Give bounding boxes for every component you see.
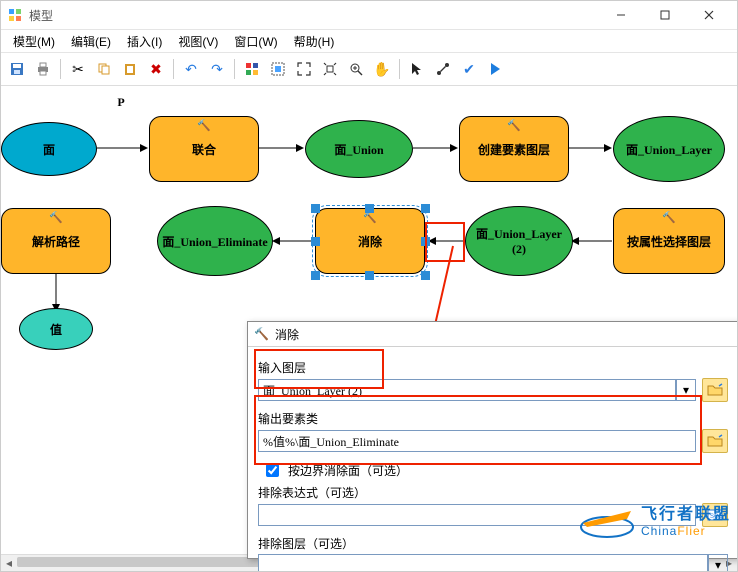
run-button[interactable] — [483, 57, 507, 81]
validate-button[interactable]: ✔ — [457, 57, 481, 81]
node-face[interactable]: 面 — [1, 122, 97, 176]
toolbar: ✂ ✖ ↶ ↷ ✋ ✔ — [1, 53, 737, 86]
node-label: 面_Union_Layer — [626, 141, 712, 158]
browse-button[interactable] — [702, 429, 728, 453]
hammer-icon: 🔨 — [254, 327, 269, 341]
menu-help[interactable]: 帮助(H) — [286, 31, 343, 52]
zoom-full-button[interactable] — [318, 57, 342, 81]
output-feature-class-label: 输出要素类 — [258, 412, 318, 426]
separator — [173, 59, 174, 79]
sql-builder-button[interactable]: SQL — [702, 503, 728, 527]
node-face-union[interactable]: 面_Union — [305, 120, 413, 178]
node-eliminate-tool[interactable]: 🔨消除 — [315, 208, 425, 274]
scroll-left-button[interactable]: ◂ — [1, 555, 17, 571]
dropdown-button[interactable]: ▾ — [708, 554, 728, 572]
node-label: 面_Union — [334, 141, 383, 158]
copy-button[interactable] — [92, 57, 116, 81]
selection-handle[interactable] — [421, 237, 430, 246]
hammer-icon: 🔨 — [507, 119, 521, 132]
checkbox-input[interactable] — [266, 464, 279, 477]
node-value[interactable]: 值 — [19, 308, 93, 350]
hammer-icon: 🔨 — [49, 211, 63, 224]
selection-handle[interactable] — [365, 204, 374, 213]
browse-button[interactable] — [702, 378, 728, 402]
node-label: 面_Union_Eliminate — [162, 233, 267, 250]
svg-text:SQL: SQL — [710, 514, 723, 520]
node-label: 消除 — [358, 233, 382, 250]
redo-button[interactable]: ↷ — [205, 57, 229, 81]
node-label: 面_Union_Layer (2) — [470, 225, 568, 257]
checkbox-label: 按边界消除面（可选） — [288, 462, 408, 479]
exclude-expression-label: 排除表达式（可选） — [258, 486, 366, 500]
separator — [234, 59, 235, 79]
zoom-in-button[interactable] — [344, 57, 368, 81]
connect-button[interactable] — [431, 57, 455, 81]
menu-edit[interactable]: 编辑(E) — [63, 31, 119, 52]
window-title: 模型 — [29, 7, 599, 24]
dialog-titlebar[interactable]: 🔨 消除 — [248, 322, 738, 347]
node-label: 值 — [50, 321, 62, 338]
node-union-tool[interactable]: 🔨 联合 — [149, 116, 259, 182]
input-layer-label: 输入图层 — [258, 361, 306, 375]
exclude-layer-field[interactable] — [258, 554, 708, 572]
auto-layout-button[interactable] — [266, 57, 290, 81]
paste-button[interactable] — [118, 57, 142, 81]
save-button[interactable] — [5, 57, 29, 81]
node-label: 解析路径 — [32, 233, 80, 250]
hammer-icon: 🔨 — [662, 211, 676, 224]
exclude-layer-label: 排除图层（可选） — [258, 537, 354, 551]
input-layer-field[interactable] — [258, 379, 676, 401]
pan-button[interactable]: ✋ — [370, 57, 394, 81]
node-create-feature-layer-tool[interactable]: 🔨 创建要素图层 — [459, 116, 569, 182]
cut-button[interactable]: ✂ — [66, 57, 90, 81]
node-label: 面 — [43, 141, 55, 158]
menu-window[interactable]: 窗口(W) — [226, 31, 285, 52]
node-face-union-eliminate[interactable]: 面_Union_Eliminate — [157, 206, 273, 276]
selection-handle[interactable] — [311, 237, 320, 246]
hammer-icon: 🔨 — [197, 119, 211, 132]
selection-handle[interactable] — [311, 271, 320, 280]
separator — [399, 59, 400, 79]
selection-handle[interactable] — [421, 271, 430, 280]
app-window: 模型 模型(M) 编辑(E) 插入(I) 视图(V) 窗口(W) 帮助(H) ✂… — [0, 0, 738, 572]
print-button[interactable] — [31, 57, 55, 81]
menu-view[interactable]: 视图(V) — [170, 31, 226, 52]
eliminate-properties-dialog: 🔨 消除 输入图层 ▾ 输出要素类 按边界消除面（可选） 排除表达式（可选） — [247, 321, 738, 559]
node-parse-path-tool[interactable]: 🔨 解析路径 — [1, 208, 111, 274]
red-highlight-connector — [425, 222, 465, 262]
maximize-button[interactable] — [643, 1, 687, 29]
label-p: P — [111, 94, 131, 110]
node-label: 创建要素图层 — [478, 141, 550, 158]
menubar: 模型(M) 编辑(E) 插入(I) 视图(V) 窗口(W) 帮助(H) — [1, 30, 737, 53]
delete-button[interactable]: ✖ — [144, 57, 168, 81]
selection-handle[interactable] — [365, 271, 374, 280]
menu-insert[interactable]: 插入(I) — [119, 31, 170, 52]
exclude-expression-field[interactable] — [258, 504, 696, 526]
output-feature-class-field[interactable] — [258, 430, 696, 452]
undo-button[interactable]: ↶ — [179, 57, 203, 81]
selection-handle[interactable] — [311, 204, 320, 213]
node-label: 按属性选择图层 — [627, 233, 711, 250]
dialog-title: 消除 — [275, 326, 299, 343]
dropdown-button[interactable]: ▾ — [676, 379, 696, 401]
titlebar: 模型 — [1, 1, 737, 30]
grid-color-button[interactable] — [240, 57, 264, 81]
node-select-by-attribute-tool[interactable]: 🔨 按属性选择图层 — [613, 208, 725, 274]
node-face-union-layer-2[interactable]: 面_Union_Layer (2) — [465, 206, 573, 276]
zoom-fit-button[interactable] — [292, 57, 316, 81]
window-buttons — [599, 1, 731, 29]
selection-handle[interactable] — [421, 204, 430, 213]
app-icon — [7, 7, 23, 23]
menu-model[interactable]: 模型(M) — [5, 31, 63, 52]
pointer-button[interactable] — [405, 57, 429, 81]
eliminate-by-border-checkbox[interactable]: 按边界消除面（可选） — [262, 461, 728, 480]
node-face-union-layer[interactable]: 面_Union_Layer — [613, 116, 725, 182]
separator — [60, 59, 61, 79]
minimize-button[interactable] — [599, 1, 643, 29]
dialog-body: 输入图层 ▾ 输出要素类 按边界消除面（可选） 排除表达式（可选） SQL — [248, 347, 738, 572]
node-label: 联合 — [192, 141, 216, 158]
close-button[interactable] — [687, 1, 731, 29]
